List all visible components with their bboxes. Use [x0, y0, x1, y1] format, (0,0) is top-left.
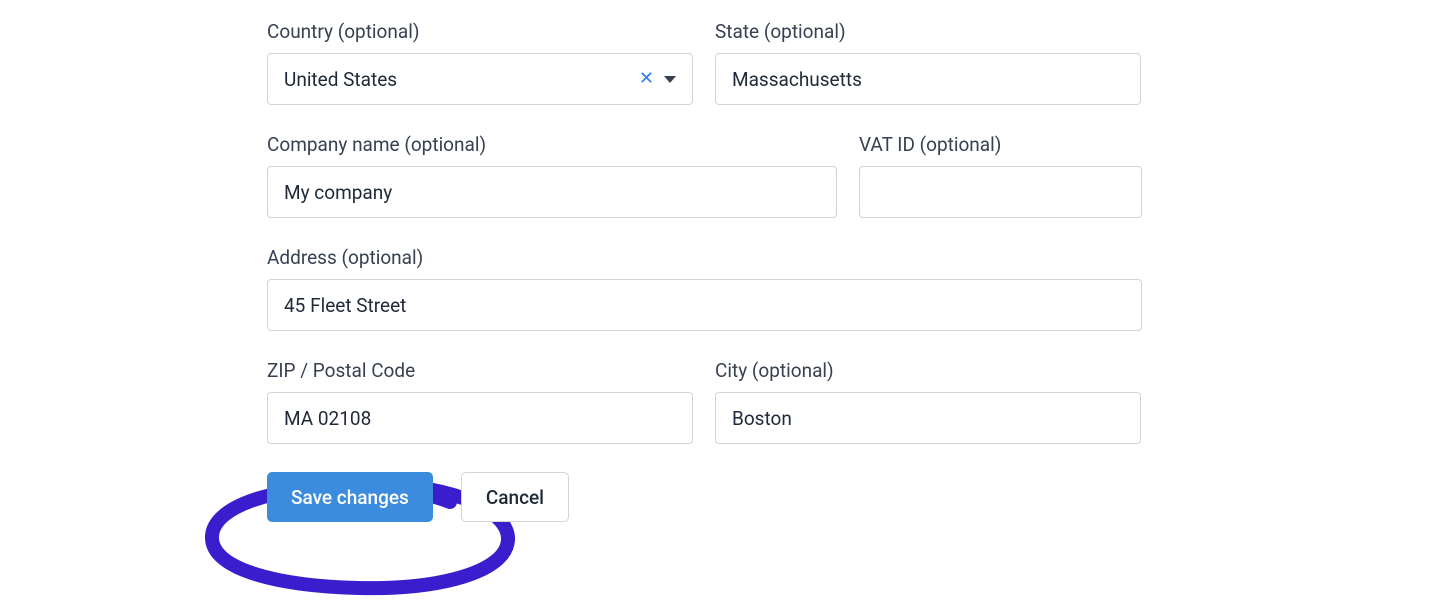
save-button[interactable]: Save changes: [267, 472, 433, 522]
address-label: Address (optional): [267, 246, 1142, 269]
state-label: State (optional): [715, 20, 1141, 43]
country-select[interactable]: United States ✕: [267, 53, 693, 105]
country-select-controls: ✕: [639, 70, 676, 88]
city-label: City (optional): [715, 359, 1141, 382]
row-address: Address (optional): [267, 246, 1142, 331]
address-group: Address (optional): [267, 246, 1142, 331]
zip-label: ZIP / Postal Code: [267, 359, 693, 382]
country-label: Country (optional): [267, 20, 693, 43]
country-group: Country (optional) United States ✕: [267, 20, 693, 105]
row-zip-city: ZIP / Postal Code City (optional): [267, 359, 1142, 444]
row-country-state: Country (optional) United States ✕ State…: [267, 20, 1142, 105]
state-group: State (optional): [715, 20, 1141, 105]
country-value: United States: [284, 68, 639, 91]
state-input[interactable]: [715, 53, 1141, 105]
zip-group: ZIP / Postal Code: [267, 359, 693, 444]
address-input[interactable]: [267, 279, 1142, 331]
vat-group: VAT ID (optional): [859, 133, 1142, 218]
vat-input[interactable]: [859, 166, 1142, 218]
clear-icon[interactable]: ✕: [639, 70, 654, 88]
cancel-button[interactable]: Cancel: [461, 472, 569, 522]
company-label: Company name (optional): [267, 133, 837, 156]
zip-input[interactable]: [267, 392, 693, 444]
row-company-vat: Company name (optional) VAT ID (optional…: [267, 133, 1142, 218]
vat-label: VAT ID (optional): [859, 133, 1142, 156]
billing-form: Country (optional) United States ✕ State…: [267, 20, 1142, 522]
company-group: Company name (optional): [267, 133, 837, 218]
city-group: City (optional): [715, 359, 1141, 444]
form-actions: Save changes Cancel: [267, 472, 1142, 522]
city-input[interactable]: [715, 392, 1141, 444]
company-input[interactable]: [267, 166, 837, 218]
chevron-down-icon[interactable]: [664, 76, 676, 83]
